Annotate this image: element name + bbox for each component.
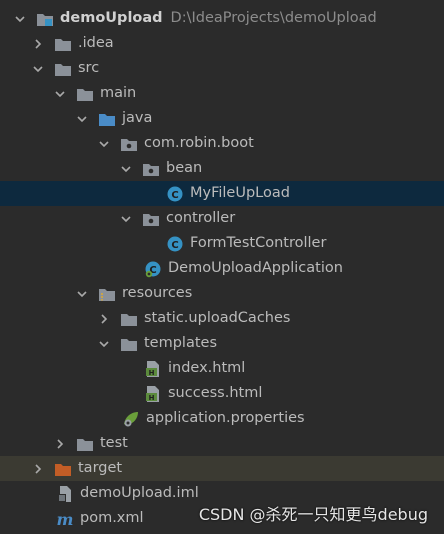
tree-item-label: demoUpload.iml	[80, 485, 199, 501]
chevron-right-icon[interactable]	[98, 306, 110, 331]
html-file-icon: H	[144, 360, 162, 378]
resources-folder-icon	[98, 285, 116, 303]
package-icon	[142, 160, 160, 178]
tree-row-formtestcontroller[interactable]: C FormTestController	[0, 231, 444, 256]
svg-text:C: C	[171, 240, 178, 251]
tree-item-label: resources	[122, 285, 193, 301]
tree-item-label: .idea	[78, 35, 114, 51]
chevron-down-icon[interactable]	[76, 106, 88, 131]
folder-icon	[54, 35, 72, 53]
module-icon	[36, 10, 54, 28]
tree-row-bean[interactable]: bean	[0, 156, 444, 181]
package-icon	[142, 210, 160, 228]
maven-icon: m	[56, 510, 74, 528]
tree-row-src[interactable]: src	[0, 56, 444, 81]
class-icon: C	[166, 235, 184, 253]
spring-boot-class-icon: C	[144, 260, 162, 278]
tree-row-templates[interactable]: templates	[0, 331, 444, 356]
tree-item-label: bean	[166, 160, 203, 176]
html-file-icon: H	[144, 385, 162, 403]
svg-text:H: H	[149, 369, 155, 377]
package-icon	[120, 135, 138, 153]
chevron-down-icon[interactable]	[98, 331, 110, 356]
folder-icon	[120, 335, 138, 353]
tree-row-demoupload[interactable]: demoUpload D:\IdeaProjects\demoUpload	[0, 6, 444, 31]
tree-row-package-root[interactable]: com.robin.boot	[0, 131, 444, 156]
chevron-right-icon[interactable]	[54, 431, 66, 456]
excluded-folder-icon	[54, 460, 72, 478]
project-name: demoUpload	[60, 10, 163, 26]
tree-row-resources[interactable]: resources	[0, 281, 444, 306]
tree-row-demouploadapplication[interactable]: C DemoUploadApplication	[0, 256, 444, 281]
tree-item-label: target	[78, 460, 123, 476]
chevron-down-icon[interactable]	[98, 131, 110, 156]
properties-file-icon	[122, 410, 140, 428]
tree-item-label: main	[100, 85, 137, 101]
tree-item-label: MyFileUpLoad	[190, 185, 290, 201]
tree-item-label: pom.xml	[80, 510, 144, 526]
folder-icon	[54, 60, 72, 78]
tree-row-java[interactable]: java	[0, 106, 444, 131]
tree-row-target[interactable]: target	[0, 456, 444, 481]
iml-file-icon	[56, 485, 74, 503]
chevron-down-icon[interactable]	[120, 156, 132, 181]
folder-icon	[120, 310, 138, 328]
chevron-down-icon[interactable]	[54, 81, 66, 106]
chevron-right-icon[interactable]	[32, 456, 44, 481]
tree-item-label: templates	[144, 335, 218, 351]
chevron-down-icon[interactable]	[32, 56, 44, 81]
tree-item-label: com.robin.boot	[144, 135, 254, 151]
tree-row-static-uploadcaches[interactable]: static.uploadCaches	[0, 306, 444, 331]
tree-row-index-html[interactable]: H index.html	[0, 356, 444, 381]
tree-item-label: application.properties	[146, 410, 305, 426]
tree-row-myfileupload[interactable]: C MyFileUpLoad	[0, 181, 444, 206]
tree-item-label: DemoUploadApplication	[168, 260, 343, 276]
tree-item-label: success.html	[168, 385, 263, 401]
svg-text:H: H	[149, 394, 155, 402]
svg-text:C: C	[171, 190, 178, 201]
tree-item-label: controller	[166, 210, 236, 226]
tree-row-idea[interactable]: .idea	[0, 31, 444, 56]
chevron-down-icon[interactable]	[120, 206, 132, 231]
tree-row-controller[interactable]: controller	[0, 206, 444, 231]
chevron-down-icon[interactable]	[14, 6, 26, 31]
tree-row-success-html[interactable]: H success.html	[0, 381, 444, 406]
chevron-right-icon[interactable]	[32, 31, 44, 56]
tree-item-label: index.html	[168, 360, 246, 376]
source-folder-icon	[98, 110, 116, 128]
tree-item-label: java	[122, 110, 153, 126]
tree-item-label: FormTestController	[190, 235, 327, 251]
project-tree: demoUpload D:\IdeaProjects\demoUpload .i…	[0, 6, 444, 531]
tree-item-label: test	[100, 435, 128, 451]
class-icon: C	[166, 185, 184, 203]
tree-item-label: static.uploadCaches	[144, 310, 291, 326]
folder-icon	[76, 85, 94, 103]
tree-row-application-properties[interactable]: application.properties	[0, 406, 444, 431]
tree-item-label: src	[78, 60, 100, 76]
folder-icon	[76, 435, 94, 453]
watermark: CSDN @杀死一只知更鸟debug	[198, 505, 428, 524]
project-path: D:\IdeaProjects\demoUpload	[170, 10, 377, 26]
svg-text:m: m	[57, 510, 74, 528]
tree-row-test[interactable]: test	[0, 431, 444, 456]
tree-row-main[interactable]: main	[0, 81, 444, 106]
chevron-down-icon[interactable]	[76, 281, 88, 306]
